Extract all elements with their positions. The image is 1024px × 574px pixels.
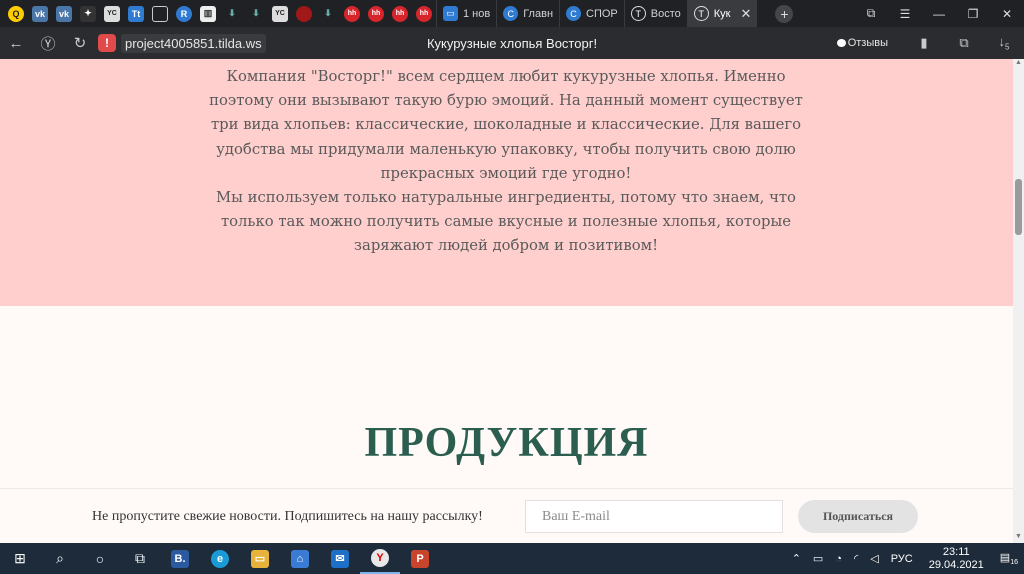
edge-icon[interactable]: e [200, 543, 240, 574]
red-circle-icon[interactable] [296, 5, 312, 22]
download-site-icon[interactable]: ⬇ [248, 6, 264, 22]
clock-time: 23:11 [942, 545, 970, 558]
address-bar-actions: Отзывы ▮ ⧉ ↓5 [836, 27, 1024, 59]
download-site-icon[interactable]: ⬇ [224, 6, 240, 22]
scroll-up-icon[interactable]: ▲ [1013, 59, 1024, 69]
c-icon: C [566, 6, 582, 21]
email-input[interactable] [525, 500, 783, 533]
clock[interactable]: 23:11 29.04.2021 [929, 546, 984, 572]
scroll-down-icon[interactable]: ▼ [1013, 533, 1024, 543]
scroll-thumb[interactable] [1015, 179, 1022, 235]
yandex-circle-icon[interactable]: Ⓨ [32, 33, 64, 54]
tilda-icon: T [630, 6, 646, 21]
vk-icon[interactable]: vk [56, 5, 72, 22]
network-icon[interactable]: ◔ [835, 553, 842, 565]
notification-count: 16 [1010, 559, 1018, 567]
notification-center-icon[interactable]: ▤16 [1000, 551, 1018, 566]
file-explorer-icon[interactable]: ▭ [240, 543, 280, 574]
yandex-icon[interactable]: Q [8, 5, 24, 22]
language-indicator[interactable]: РУС [891, 553, 913, 565]
store-icon[interactable]: ⌂ [280, 543, 320, 574]
chevron-up-icon[interactable]: ⌃ [792, 552, 801, 565]
taskbar: ⊞ ⌕ ○ ⧉ B. e ▭ ⌂ ✉ Y P ⌃ ▭ ◔ ◜ ◁ РУС 23:… [0, 543, 1024, 574]
downloads-icon[interactable]: ↓5 [984, 34, 1024, 52]
tab-label: Восто [650, 7, 681, 20]
tab-label: Главн [523, 7, 554, 20]
app-b-icon[interactable]: B. [160, 543, 200, 574]
downloads-count: 5 [1005, 42, 1010, 52]
task-view-icon[interactable]: ⧉ [120, 543, 160, 574]
cortana-icon[interactable]: ○ [80, 543, 120, 574]
page-content: Компания "Восторг!" всем сердцем любит к… [0, 59, 1013, 543]
address-bar: ← Ⓨ ↻ ! project4005851.tilda.ws Кукурузн… [0, 27, 1024, 59]
hh-icon[interactable]: hh [392, 5, 408, 22]
hh-icon[interactable]: hh [344, 5, 360, 22]
powerpoint-icon[interactable]: P [400, 543, 440, 574]
tab-vostorg[interactable]: T Восто [623, 0, 687, 27]
back-arrow-icon[interactable]: ← [0, 35, 32, 52]
system-tray: ⌃ ▭ ◔ ◜ ◁ РУС 23:11 29.04.2021 ▤16 [786, 543, 1024, 574]
battery-icon[interactable]: ▭ [813, 552, 823, 565]
bookmarks-icon[interactable]: ⧉ [854, 6, 888, 21]
vk-icon[interactable]: vk [32, 5, 48, 22]
tab-new-messages[interactable]: ▭ 1 нов [436, 0, 496, 27]
tt-icon[interactable]: Tt [128, 5, 144, 22]
browser-tab-strip: Q vk vk ✦ YC Tt R ▥ ⬇ ⬇ YC ⬇ hh hh hh hh… [0, 0, 1024, 27]
collections-icon[interactable]: ⧉ [944, 35, 984, 51]
hh-icon[interactable]: hh [368, 5, 384, 22]
download-site-icon[interactable]: ⬇ [320, 6, 336, 22]
subscribe-text: Не пропустите свежие новости. Подпишитес… [92, 509, 483, 524]
sparkle-icon[interactable]: ✦ [80, 5, 96, 22]
reviews-label: Отзывы [847, 37, 888, 49]
notifications-icon[interactable]: ☰ [888, 7, 922, 21]
minimize-button[interactable]: — [922, 7, 956, 21]
new-tab-button[interactable]: + [775, 4, 794, 23]
reload-icon[interactable]: ↻ [64, 34, 96, 52]
about-paragraph: Компания "Восторг!" всем сердцем любит к… [209, 68, 803, 182]
about-text: Компания "Восторг!" всем сердцем любит к… [196, 65, 816, 259]
c-icon: C [503, 6, 519, 21]
page-scrollbar[interactable]: ▲ ▼ [1013, 59, 1024, 543]
tab-label: СПОР [586, 7, 618, 20]
window-controls: ⧉ ☰ — ❐ ✕ [854, 0, 1024, 27]
url-field[interactable]: ! project4005851.tilda.ws [98, 33, 266, 53]
mail-icon[interactable]: ✉ [320, 543, 360, 574]
tab-main[interactable]: C Главн [496, 0, 559, 27]
warning-icon[interactable]: ! [98, 34, 116, 52]
tab-label: 1 нов [463, 7, 491, 20]
subscribe-button[interactable]: Подписаться [798, 500, 918, 533]
clock-date: 29.04.2021 [928, 558, 984, 571]
tab-active[interactable]: T Кук ✕ [686, 0, 758, 27]
reviews-button[interactable]: Отзывы [836, 37, 888, 49]
volume-icon[interactable]: ◁ [870, 552, 878, 565]
tab-label: Кук [713, 7, 731, 20]
close-tab-icon[interactable]: ✕ [741, 6, 752, 22]
tab-sport[interactable]: C СПОР [559, 0, 624, 27]
chat-icon: ▭ [443, 6, 458, 21]
speech-bubble-icon [836, 39, 846, 47]
wifi-icon[interactable]: ◜ [854, 552, 858, 565]
subscribe-bar: Не пропустите свежие новости. Подпишитес… [0, 488, 1013, 543]
about-section: Компания "Восторг!" всем сердцем любит к… [0, 59, 1013, 306]
hh-icon[interactable]: hh [416, 5, 432, 22]
yc-icon[interactable]: YC [104, 5, 120, 22]
museum-icon[interactable]: ▥ [200, 5, 216, 22]
message-icon[interactable] [152, 5, 168, 22]
windows-start-icon[interactable]: ⊞ [0, 543, 40, 574]
about-paragraph: Мы используем только натуральные ингреди… [216, 189, 796, 255]
products-heading: ПРОДУКЦИЯ [364, 420, 649, 466]
yandex-browser-icon[interactable]: Y [360, 543, 400, 574]
pinned-tabs: Q vk vk ✦ YC Tt R ▥ ⬇ ⬇ YC ⬇ hh hh hh hh [0, 5, 436, 22]
bookmark-icon[interactable]: ▮ [904, 35, 944, 51]
yc-icon[interactable]: YC [272, 5, 288, 22]
search-icon[interactable]: ⌕ [40, 543, 80, 574]
close-window-button[interactable]: ✕ [990, 7, 1024, 21]
url-text[interactable]: project4005851.tilda.ws [121, 33, 266, 53]
tilda-icon: T [693, 6, 709, 21]
r-icon[interactable]: R [176, 5, 192, 22]
restore-button[interactable]: ❐ [956, 7, 990, 21]
